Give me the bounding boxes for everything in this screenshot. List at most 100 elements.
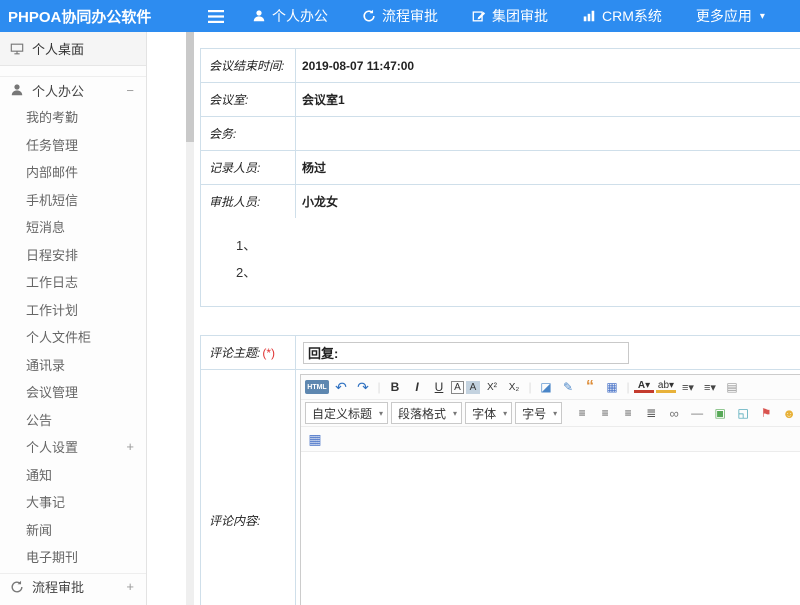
- editor-toolbar-row2: 自定义标题 ▾ 段落格式 ▾: [301, 400, 800, 427]
- nav-label: 个人办公: [272, 6, 328, 26]
- sidebar-menu: 我的考勤 任务管理 内部邮件 手机短信: [0, 103, 146, 571]
- app-logo: PHPOA协同办公软件: [0, 6, 156, 27]
- sidebar-item-label: 通知: [26, 465, 52, 484]
- nav-personal-office[interactable]: 个人办公: [252, 6, 328, 26]
- sidebar-item-desktop[interactable]: 个人桌面: [0, 32, 146, 66]
- sidebar-item[interactable]: 短消息: [0, 213, 146, 241]
- insert-map-icon[interactable]: ⚑: [756, 404, 776, 422]
- sidebar-item-label: 手机短信: [26, 190, 78, 209]
- sidebar-item[interactable]: 通知: [0, 461, 146, 489]
- table-row: 评论主题: (*): [201, 336, 800, 370]
- emotion-icon[interactable]: ☻: [779, 404, 799, 422]
- sidebar-item[interactable]: 大事记: [0, 488, 146, 516]
- screenshot-icon[interactable]: ◱: [733, 404, 753, 422]
- nav-crm-system[interactable]: CRM系统: [582, 6, 662, 26]
- required-mark: (*): [262, 346, 275, 360]
- sidebar-item[interactable]: 任务管理: [0, 131, 146, 159]
- nav-workflow-approval[interactable]: 流程审批: [362, 6, 438, 26]
- nav-more-apps[interactable]: 更多应用 ▾: [696, 6, 765, 26]
- field-value: 会议室1: [296, 83, 800, 116]
- format-painter-icon[interactable]: ✎: [558, 378, 578, 396]
- align-justify-icon[interactable]: ≣: [641, 404, 661, 422]
- paste-icon[interactable]: ▤: [722, 378, 742, 396]
- expand-icon[interactable]: +: [126, 579, 134, 594]
- sidebar-item-label: 电子期刊: [26, 547, 78, 566]
- sidebar-item-label: 通讯录: [26, 355, 65, 374]
- superscript-icon[interactable]: X²: [482, 378, 502, 396]
- sidebar: 个人桌面 个人办公 − 我的考勤 任务管理: [0, 32, 147, 605]
- highlight-icon[interactable]: A: [466, 381, 480, 394]
- paragraph-format-select[interactable]: 段落格式 ▾: [391, 402, 462, 424]
- collapse-icon[interactable]: −: [126, 83, 134, 98]
- sidebar-item[interactable]: 我的考勤: [0, 103, 146, 131]
- html-source-button[interactable]: HTML: [305, 380, 329, 394]
- sidebar-item[interactable]: 工作计划: [0, 296, 146, 324]
- horizontal-rule-icon[interactable]: —: [687, 404, 707, 422]
- separator[interactable]: |: [526, 378, 534, 396]
- ordered-list-icon[interactable]: ≡▾: [678, 378, 698, 396]
- bold-icon[interactable]: B: [385, 378, 405, 396]
- sidebar-item[interactable]: 电子期刊: [0, 543, 146, 571]
- table-row: 会议室: 会议室1: [201, 83, 800, 117]
- font-color-icon[interactable]: A▾: [634, 381, 654, 393]
- blockquote-icon[interactable]: “: [580, 378, 600, 396]
- sidebar-item[interactable]: 个人设置 +: [0, 433, 146, 461]
- editor-content-area[interactable]: [301, 452, 800, 605]
- redo-icon[interactable]: ↷: [353, 378, 373, 396]
- chevron-down-icon: ▾: [553, 409, 557, 418]
- font-size-select[interactable]: 字号 ▾: [515, 402, 562, 424]
- align-right-icon[interactable]: ≡: [618, 404, 638, 422]
- content-line: 2、: [236, 259, 800, 286]
- comment-topic-label: 评论主题: (*): [201, 336, 296, 369]
- insert-calendar-icon[interactable]: ▦: [305, 430, 325, 448]
- comment-topic-input[interactable]: [303, 342, 629, 364]
- separator[interactable]: |: [375, 378, 383, 396]
- nav-group-approval[interactable]: 集团审批: [472, 6, 548, 26]
- field-value: 2019-08-07 11:47:00: [296, 49, 800, 82]
- sidebar-item-label: 内部邮件: [26, 162, 78, 181]
- table-row: 评论内容: HTML ↶ ↷: [201, 370, 800, 605]
- unordered-list-icon[interactable]: ≡▾: [700, 378, 720, 396]
- field-label: 会议结束时间:: [201, 49, 296, 82]
- char-border-icon[interactable]: A: [451, 381, 464, 394]
- sidebar-section-workflow[interactable]: 流程审批 +: [0, 573, 146, 600]
- bg-color-icon[interactable]: ab▾: [656, 381, 676, 393]
- sidebar-item[interactable]: 会议管理: [0, 378, 146, 406]
- sidebar-item[interactable]: 内部邮件: [0, 158, 146, 186]
- insert-table-icon[interactable]: ▦: [602, 378, 622, 396]
- sidebar-item[interactable]: 个人文件柜: [0, 323, 146, 351]
- select-label: 段落格式: [398, 405, 446, 422]
- insert-image-icon[interactable]: ▣: [710, 404, 730, 422]
- italic-icon[interactable]: I: [407, 378, 427, 396]
- align-center-icon[interactable]: ≡: [595, 404, 615, 422]
- heading-select[interactable]: 自定义标题 ▾: [305, 402, 388, 424]
- comment-content-label: 评论内容:: [201, 370, 296, 605]
- separator[interactable]: |: [624, 378, 632, 396]
- font-family-select[interactable]: 字体 ▾: [465, 402, 512, 424]
- align-left-icon[interactable]: ≡: [572, 404, 592, 422]
- field-label: 记录人员:: [201, 151, 296, 184]
- link-icon[interactable]: ∞: [664, 404, 684, 422]
- sidebar-item-label: 短消息: [26, 217, 65, 236]
- scrollbar-thumb[interactable]: [186, 32, 194, 142]
- content-scrollbar[interactable]: [186, 32, 194, 605]
- undo-icon[interactable]: ↶: [331, 378, 351, 396]
- topbar: PHPOA协同办公软件 个人办公 流程审批: [0, 0, 800, 32]
- underline-icon[interactable]: U: [429, 378, 449, 396]
- field-label-text: 评论主题:: [209, 344, 260, 361]
- sidebar-item[interactable]: 公告: [0, 406, 146, 434]
- table-row: 记录人员: 杨过: [201, 151, 800, 185]
- sidebar-item[interactable]: 工作日志: [0, 268, 146, 296]
- flow-icon: [10, 580, 24, 594]
- sidebar-item[interactable]: 手机短信: [0, 186, 146, 214]
- top-nav: 个人办公 流程审批 集团审批: [252, 6, 765, 26]
- chevron-down-icon: ▾: [503, 409, 507, 418]
- sidebar-item[interactable]: 通讯录: [0, 351, 146, 379]
- menu-toggle-icon[interactable]: [208, 10, 224, 23]
- sidebar-item[interactable]: 新闻: [0, 516, 146, 544]
- sidebar-section-personal-office[interactable]: 个人办公 −: [0, 76, 146, 103]
- subscript-icon[interactable]: X₂: [504, 378, 524, 396]
- remove-format-icon[interactable]: ◪: [536, 378, 556, 396]
- sidebar-item[interactable]: 日程安排: [0, 241, 146, 269]
- table-row: 会务:: [201, 117, 800, 151]
